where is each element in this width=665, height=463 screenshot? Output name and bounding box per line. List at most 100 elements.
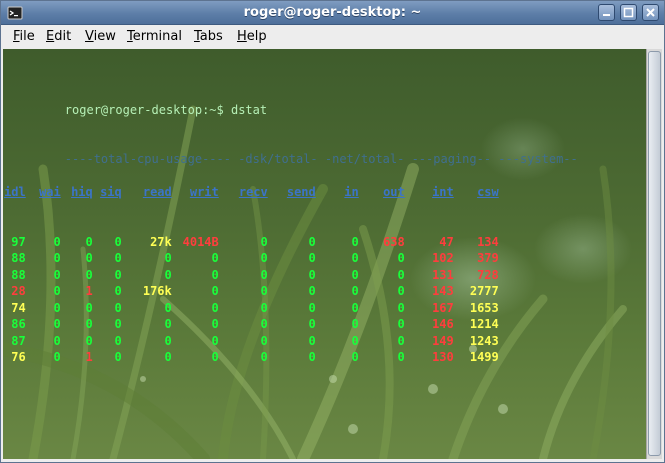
stat-cell-writ: 0 <box>211 350 219 364</box>
stat-cell-int: 130 <box>432 350 454 364</box>
stat-cell-recv: 0 <box>260 350 268 364</box>
column-header-send: send <box>286 185 316 199</box>
stat-cell-int: 131 <box>432 267 454 282</box>
stat-cell-csw: 1499 <box>469 350 499 364</box>
stat-cell-read: 0 <box>164 300 172 315</box>
stat-cell-out: 0 <box>397 333 405 348</box>
stat-cell-int: 102 <box>432 251 454 265</box>
stat-cell-idl: 88 <box>11 251 26 265</box>
stats-row: 5788000000000131728 <box>7 267 578 284</box>
window-title: roger@roger-desktop: ~ <box>243 5 422 20</box>
stat-cell-idl: 76 <box>11 350 26 364</box>
column-header-read: read <box>142 185 172 199</box>
maximize-button[interactable] <box>620 4 637 21</box>
stats-rows: 129700027k4014B0006384713439880000000001… <box>7 234 578 366</box>
menu-tabs[interactable]: Tabs <box>194 29 223 44</box>
menu-bar: File Edit View Terminal Tabs Help <box>1 26 664 48</box>
stat-cell-recv: 0 <box>260 251 268 265</box>
stat-cell-hiq: 0 <box>85 317 93 331</box>
stat-cell-csw: 379 <box>477 251 499 265</box>
menu-terminal[interactable]: Terminal <box>127 29 182 44</box>
stat-cell-wai: 0 <box>53 333 61 348</box>
stat-cell-hiq: 0 <box>85 267 93 282</box>
prompt-line: roger@roger-desktop:~$ dstat <box>7 85 578 117</box>
stat-cell-recv: 0 <box>260 317 268 331</box>
group-header-line: ----total-cpu-usage---- -dsk/total- -net… <box>7 135 578 166</box>
stat-cell-read: 0 <box>164 350 172 364</box>
stat-cell-send: 0 <box>308 350 316 364</box>
stat-cell-wai: 0 <box>53 300 61 315</box>
stat-cell-writ: 4014B <box>182 234 219 249</box>
minimize-button[interactable] <box>598 4 615 21</box>
stat-cell-wai: 0 <box>53 350 61 364</box>
vertical-scrollbar[interactable] <box>646 49 662 459</box>
stat-cell-siq: 0 <box>114 350 122 364</box>
column-header-csw: csw <box>477 185 499 199</box>
stat-cell-idl: 88 <box>11 267 26 282</box>
stat-cell-csw: 1243 <box>469 333 499 348</box>
menu-view[interactable]: View <box>85 29 116 44</box>
stat-cell-in: 0 <box>351 317 359 331</box>
stat-cell-out: 0 <box>397 317 405 331</box>
column-header-int: int <box>432 185 454 199</box>
column-header-idl: idl <box>4 185 26 199</box>
stat-cell-out: 638 <box>383 234 405 249</box>
stat-cell-wai: 0 <box>53 267 61 282</box>
stat-cell-out: 0 <box>397 284 405 298</box>
stat-cell-siq: 0 <box>114 234 122 249</box>
stat-cell-writ: 0 <box>211 251 219 265</box>
stat-cell-send: 0 <box>308 300 316 315</box>
stats-row: 129700027k4014B00063847134 <box>7 234 578 251</box>
title-bar[interactable]: roger@roger-desktop: ~ <box>1 1 664 25</box>
stat-cell-idl: 87 <box>11 333 26 348</box>
menu-edit[interactable]: Edit <box>46 29 71 44</box>
terminal-window: roger@roger-desktop: ~ File Edit View Te… <box>0 0 665 463</box>
stat-cell-recv: 0 <box>260 267 268 282</box>
stat-cell-csw: 1653 <box>469 300 499 315</box>
stat-cell-int: 143 <box>432 284 454 298</box>
stat-cell-read: 0 <box>164 317 172 331</box>
stat-cell-in: 0 <box>351 234 359 249</box>
maximize-icon <box>623 7 634 18</box>
stat-cell-recv: 0 <box>260 300 268 315</box>
column-header-line: usrsysidlwaihiqsiqreadwritrecvsendinouti… <box>4 184 578 201</box>
stat-cell-csw: 728 <box>477 267 499 282</box>
stat-cell-wai: 0 <box>53 317 61 331</box>
stat-cell-hiq: 0 <box>85 300 93 315</box>
stat-cell-send: 0 <box>308 317 316 331</box>
stat-cell-recv: 0 <box>260 234 268 249</box>
stats-row: 3988000000000102379 <box>7 250 578 267</box>
menu-file[interactable]: File <box>13 29 35 44</box>
stat-cell-read: 0 <box>164 267 172 282</box>
close-button[interactable] <box>642 4 659 21</box>
stat-cell-hiq: 0 <box>85 234 93 249</box>
stat-cell-csw: 1214 <box>469 317 499 331</box>
terminal-view[interactable]: roger@roger-desktop:~$ dstat ----total-c… <box>3 49 646 459</box>
stat-cell-in: 0 <box>351 300 359 315</box>
stat-cell-siq: 0 <box>114 300 122 315</box>
stat-cell-hiq: 0 <box>85 333 93 348</box>
stat-cell-read: 0 <box>164 333 172 348</box>
close-icon <box>646 8 655 17</box>
menu-help[interactable]: Help <box>237 29 267 44</box>
stat-cell-idl: 28 <box>11 284 26 298</box>
stat-cell-in: 0 <box>351 251 359 265</box>
stat-cell-send: 0 <box>308 251 316 265</box>
stat-cell-out: 0 <box>397 350 405 364</box>
stat-cell-idl: 97 <box>11 234 26 249</box>
stat-cell-writ: 0 <box>211 267 219 282</box>
column-header-siq: siq <box>100 185 122 199</box>
stat-cell-hiq: 0 <box>85 251 93 265</box>
column-header-in: in <box>344 185 359 199</box>
group-headers: ----total-cpu-usage---- -dsk/total- -net… <box>64 152 578 166</box>
scrollbar-thumb[interactable] <box>648 51 661 456</box>
stat-cell-csw: 134 <box>477 234 499 249</box>
stat-cell-int: 47 <box>439 234 454 249</box>
stat-cell-writ: 0 <box>211 300 219 315</box>
stat-cell-siq: 0 <box>114 251 122 265</box>
stat-cell-send: 0 <box>308 333 316 348</box>
stat-cell-writ: 0 <box>211 284 219 298</box>
stat-cell-siq: 0 <box>114 333 122 348</box>
stat-cell-wai: 0 <box>53 251 61 265</box>
stat-cell-siq: 0 <box>114 267 122 282</box>
